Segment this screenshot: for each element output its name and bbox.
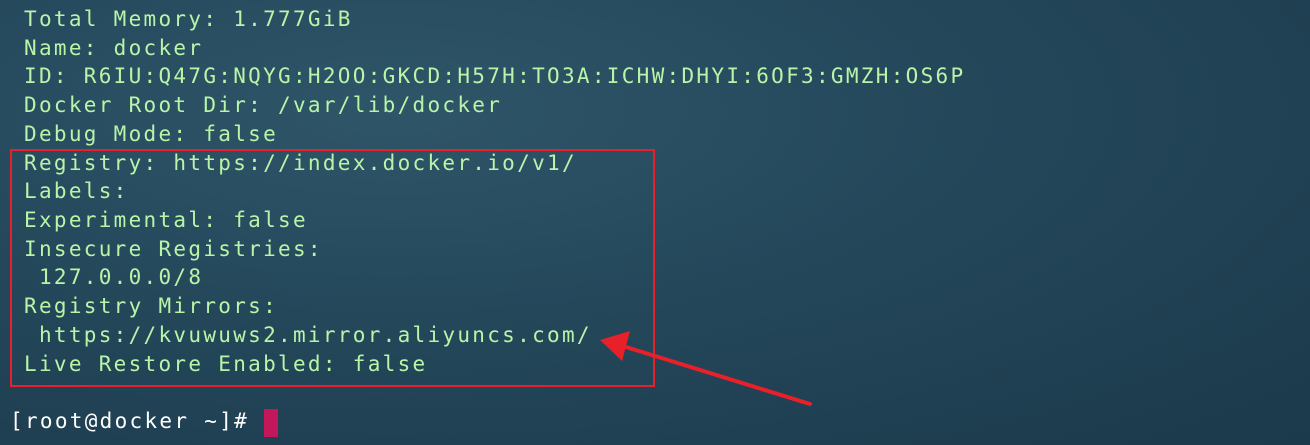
shell-prompt: [root@docker ~]#: [10, 409, 265, 433]
output-line-debug-mode: Debug Mode: false: [24, 122, 279, 146]
terminal-cursor[interactable]: [264, 409, 278, 437]
output-line-root-dir: Docker Root Dir: /var/lib/docker: [24, 93, 503, 117]
annotation-highlight-box: [10, 149, 655, 387]
output-line-name: Name: docker: [24, 36, 204, 60]
output-line-total-memory: Total Memory: 1.777GiB: [24, 7, 353, 31]
output-line-id: ID: R6IU:Q47G:NQYG:H2OO:GKCD:H57H:TO3A:I…: [24, 64, 966, 88]
